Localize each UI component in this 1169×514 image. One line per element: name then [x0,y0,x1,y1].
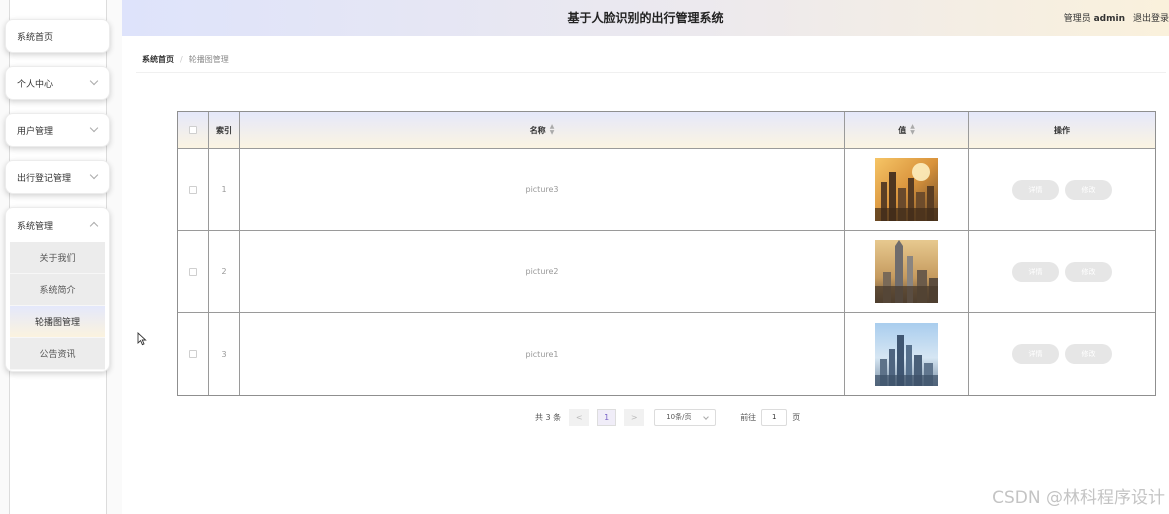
pagination-total: 共 3 条 [535,412,562,422]
column-header-label: 值 [898,125,907,135]
row-name: picture3 [240,149,845,230]
carousel-thumbnail-image [875,158,938,221]
breadcrumb-separator: / [180,55,183,64]
sidebar-item-label: 用户管理 [17,126,54,137]
edit-button[interactable]: 修改 [1065,261,1112,282]
sidebar-group-toggle[interactable]: 系统管理 [6,208,109,242]
carousel-thumbnail-image [875,240,938,303]
edit-button[interactable]: 修改 [1065,179,1112,200]
sidebar-item-personal-center[interactable]: 个人中心 [5,66,110,100]
pagination: 共 3 条 < 1 > 10条/页 前往 页 [535,408,800,426]
top-header: 基于人脸识别的出行管理系统 管理员 admin 退出登录 [122,0,1169,36]
prev-page-button[interactable]: < [569,408,590,426]
row-checkbox[interactable] [189,267,197,276]
row-name: picture1 [240,313,845,395]
sidebar-group-system-management: 系统管理 关于我们 系统简介 轮播图管理 公告资讯 [5,207,110,372]
select-all-checkbox[interactable] [189,126,197,134]
row-checkbox-cell [178,231,209,312]
sidebar-item-label: 个人中心 [17,79,54,90]
admin-username: admin [1093,14,1125,24]
sidebar-item-label: 出行登记管理 [17,173,72,184]
row-value-cell [845,231,969,312]
edit-button[interactable]: 修改 [1065,344,1112,364]
sidebar-subitem-carousel-management[interactable]: 轮播图管理 [10,306,105,338]
sidebar-subitem-system-intro[interactable]: 系统简介 [10,274,105,306]
row-actions: 详情 修改 [969,313,1155,395]
goto-page-input[interactable] [761,408,788,426]
next-page-button[interactable]: > [624,408,645,426]
chevron-down-icon [703,413,710,420]
row-value-cell [845,313,969,395]
column-header-name[interactable]: 名称 ▲ ▼ [240,112,845,148]
chevron-down-icon [89,76,99,86]
table-row: 2 picture2 详情 修改 [178,231,1155,313]
detail-button[interactable]: 详情 [1012,344,1059,364]
header-checkbox-cell [178,112,209,148]
breadcrumb: 系统首页 / 轮播图管理 [142,54,229,65]
sidebar-item-home[interactable]: 系统首页 [5,19,110,53]
page-size-value: 10条/页 [666,413,692,421]
sidebar-item-travel-registration[interactable]: 出行登记管理 [5,160,110,194]
logout-link[interactable]: 退出登录 [1133,11,1169,24]
column-header-label: 名称 [529,125,546,135]
breadcrumb-home[interactable]: 系统首页 [142,54,174,65]
column-header-actions: 操作 [1054,125,1070,135]
sort-icon[interactable]: ▲ ▼ [550,124,555,136]
chevron-up-icon [89,221,99,231]
breadcrumb-current: 轮播图管理 [188,55,229,64]
sidebar-subitem-about-us[interactable]: 关于我们 [10,242,105,274]
sidebar: 系统首页 个人中心 用户管理 出行登记管理 系统管理 关于我们 系统简介 轮播图… [0,0,122,514]
table-row: 3 picture1 详情 修改 [178,313,1155,395]
sidebar-item-label: 系统首页 [17,32,54,43]
row-index: 2 [209,231,240,312]
sort-icon[interactable]: ▲ ▼ [910,124,915,136]
sidebar-item-user-management[interactable]: 用户管理 [5,113,110,147]
table-header-row: 索引 名称 ▲ ▼ 值 ▲ ▼ 操作 [178,112,1155,149]
page-number-button[interactable]: 1 [597,408,617,426]
row-checkbox[interactable] [189,185,197,194]
row-actions: 详情 修改 [969,149,1155,230]
carousel-table: 索引 名称 ▲ ▼ 值 ▲ ▼ 操作 1 picture3 详情 修改 2 pi… [177,111,1156,396]
column-header-index: 索引 [209,112,240,148]
detail-button[interactable]: 详情 [1012,179,1059,200]
mouse-cursor-icon [137,332,147,346]
row-checkbox-cell [178,313,209,395]
page-unit-label: 页 [792,412,801,422]
row-index: 3 [209,313,240,395]
sidebar-group-label: 系统管理 [17,221,54,232]
admin-info: 管理员 admin [1064,11,1125,24]
divider [136,72,1166,73]
table-row: 1 picture3 详情 修改 [178,149,1155,231]
row-checkbox-cell [178,149,209,230]
row-index: 1 [209,149,240,230]
chevron-down-icon [89,170,99,180]
chevron-down-icon [89,123,99,133]
row-name: picture2 [240,231,845,312]
sidebar-subitem-announcements[interactable]: 公告资讯 [10,338,105,370]
row-value-cell [845,149,969,230]
detail-button[interactable]: 详情 [1012,261,1059,282]
row-actions: 详情 修改 [969,231,1155,312]
column-header-value[interactable]: 值 ▲ ▼ [845,112,969,148]
watermark: CSDN @林科程序设计 [992,488,1165,508]
page-size-select[interactable]: 10条/页 [654,408,717,426]
carousel-thumbnail-image [875,322,938,386]
app-title: 基于人脸识别的出行管理系统 [567,11,724,25]
goto-label: 前往 [740,412,757,422]
admin-role: 管理员 [1063,14,1091,24]
app-window: 系统首页 个人中心 用户管理 出行登记管理 系统管理 关于我们 系统简介 轮播图… [0,0,1169,514]
row-checkbox[interactable] [189,350,197,358]
